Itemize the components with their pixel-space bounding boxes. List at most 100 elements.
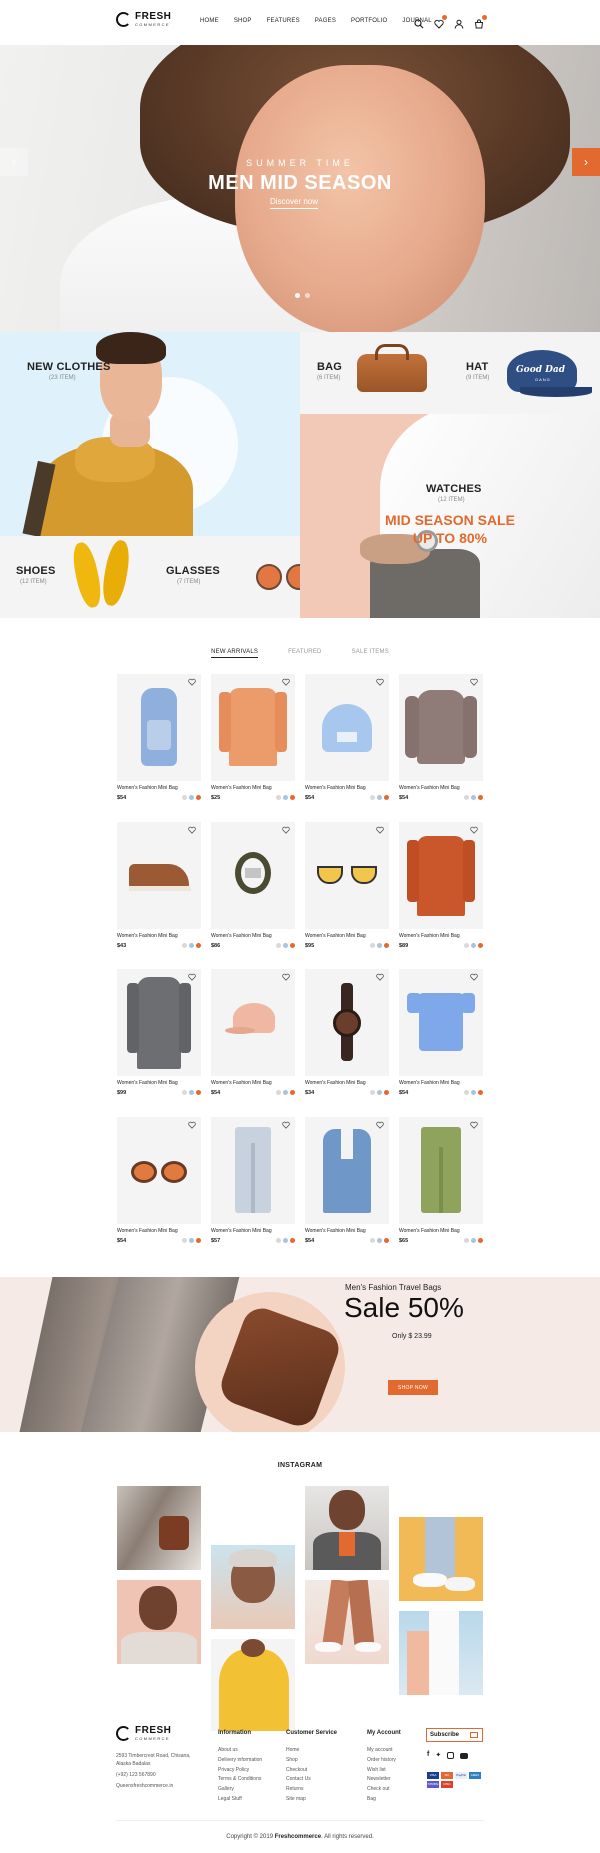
product-card[interactable]: Women's Fashion Mini Bag $43: [117, 822, 201, 950]
product-card[interactable]: Women's Fashion Mini Bag $54: [117, 674, 201, 802]
logo[interactable]: FRESH COMMERCE: [116, 12, 171, 27]
product-card[interactable]: Women's Fashion Mini Bag $99: [117, 969, 201, 1097]
product-card[interactable]: Women's Fashion Mini Bag $57: [211, 1117, 295, 1245]
color-swatch[interactable]: [189, 1238, 194, 1243]
product-card[interactable]: Women's Fashion Mini Bag $54: [399, 969, 483, 1097]
color-swatch[interactable]: [189, 1090, 194, 1095]
color-swatch[interactable]: [276, 1238, 281, 1243]
product-name[interactable]: Women's Fashion Mini Bag: [211, 1080, 272, 1086]
footer-link[interactable]: Order history: [367, 1755, 396, 1765]
footer-link[interactable]: Privacy Policy: [218, 1765, 249, 1775]
wishlist-heart-icon[interactable]: [470, 1121, 478, 1129]
instagram-photo[interactable]: [211, 1545, 295, 1629]
product-image[interactable]: [211, 1117, 295, 1224]
wishlist-heart-icon[interactable]: [188, 678, 196, 686]
color-swatch[interactable]: [471, 795, 476, 800]
product-name[interactable]: Women's Fashion Mini Bag: [305, 1080, 366, 1086]
tab-sale-items[interactable]: SALE ITEMS: [352, 649, 389, 658]
footer-link[interactable]: Terms & Conditions: [218, 1774, 261, 1784]
product-name[interactable]: Women's Fashion Mini Bag: [399, 933, 460, 939]
color-swatch[interactable]: [478, 1090, 483, 1095]
product-card[interactable]: Women's Fashion Mini Bag $54: [305, 1117, 389, 1245]
color-swatch[interactable]: [377, 943, 382, 948]
nav-home[interactable]: HOME: [200, 18, 219, 24]
footer-link[interactable]: Returns: [286, 1784, 304, 1794]
color-swatch[interactable]: [471, 1090, 476, 1095]
footer-link[interactable]: Delivery information: [218, 1755, 262, 1765]
wishlist-heart-icon[interactable]: [282, 678, 290, 686]
wishlist-heart-icon[interactable]: [376, 826, 384, 834]
color-swatch[interactable]: [377, 795, 382, 800]
hero-dot-1[interactable]: [295, 293, 300, 298]
product-image[interactable]: [399, 1117, 483, 1224]
color-swatch[interactable]: [276, 795, 281, 800]
product-image[interactable]: [211, 969, 295, 1076]
tab-featured[interactable]: FEATURED: [288, 649, 322, 658]
wishlist-heart-icon[interactable]: [376, 973, 384, 981]
color-swatch[interactable]: [384, 943, 389, 948]
product-name[interactable]: Women's Fashion Mini Bag: [211, 785, 272, 791]
user-icon[interactable]: [454, 16, 466, 29]
footer-email[interactable]: Queensfreshcommerce.in: [116, 1781, 173, 1791]
color-swatch[interactable]: [370, 943, 375, 948]
color-swatch[interactable]: [471, 943, 476, 948]
footer-logo[interactable]: FRESH COMMERCE: [116, 1726, 171, 1741]
product-name[interactable]: Women's Fashion Mini Bag: [399, 785, 460, 791]
product-image[interactable]: [305, 822, 389, 929]
product-card[interactable]: Women's Fashion Mini Bag $54: [399, 674, 483, 802]
color-swatch[interactable]: [276, 1090, 281, 1095]
color-swatch[interactable]: [471, 1238, 476, 1243]
heart-icon[interactable]: [434, 15, 447, 29]
instagram-photo[interactable]: [399, 1517, 483, 1601]
instagram-photo[interactable]: [211, 1639, 295, 1731]
wishlist-heart-icon[interactable]: [376, 1121, 384, 1129]
product-card[interactable]: Women's Fashion Mini Bag $54: [305, 674, 389, 802]
product-card[interactable]: Women's Fashion Mini Bag $89: [399, 822, 483, 950]
nav-shop[interactable]: SHOP: [234, 18, 252, 24]
color-swatch[interactable]: [384, 1238, 389, 1243]
color-swatch[interactable]: [370, 1090, 375, 1095]
color-swatch[interactable]: [384, 795, 389, 800]
product-image[interactable]: [305, 1117, 389, 1224]
color-swatch[interactable]: [196, 1090, 201, 1095]
wishlist-heart-icon[interactable]: [376, 678, 384, 686]
footer-link[interactable]: Contact Us: [286, 1774, 311, 1784]
product-name[interactable]: Women's Fashion Mini Bag: [211, 933, 272, 939]
footer-link[interactable]: Check out: [367, 1784, 390, 1794]
product-name[interactable]: Women's Fashion Mini Bag: [305, 785, 366, 791]
color-swatch[interactable]: [384, 1090, 389, 1095]
color-swatch[interactable]: [283, 1238, 288, 1243]
product-name[interactable]: Women's Fashion Mini Bag: [117, 933, 178, 939]
color-swatch[interactable]: [283, 943, 288, 948]
product-name[interactable]: Women's Fashion Mini Bag: [399, 1228, 460, 1234]
category-shoes[interactable]: SHOES (12 ITEM): [0, 536, 150, 618]
color-swatch[interactable]: [196, 795, 201, 800]
footer-link[interactable]: Bag: [367, 1794, 376, 1804]
product-card[interactable]: Women's Fashion Mini Bag $65: [399, 1117, 483, 1245]
product-card[interactable]: Women's Fashion Mini Bag $86: [211, 822, 295, 950]
product-card[interactable]: Women's Fashion Mini Bag $34: [305, 969, 389, 1097]
shop-now-button[interactable]: SHOP NOW: [388, 1380, 438, 1395]
color-swatch[interactable]: [196, 1238, 201, 1243]
wishlist-heart-icon[interactable]: [188, 1121, 196, 1129]
color-swatch[interactable]: [478, 795, 483, 800]
instagram-photo[interactable]: [117, 1580, 201, 1664]
product-card[interactable]: Women's Fashion Mini Bag $25: [211, 674, 295, 802]
product-name[interactable]: Women's Fashion Mini Bag: [117, 785, 178, 791]
facebook-icon[interactable]: f: [427, 1751, 429, 1759]
cart-icon[interactable]: [474, 15, 487, 29]
wishlist-heart-icon[interactable]: [282, 1121, 290, 1129]
product-image[interactable]: [399, 674, 483, 781]
product-image[interactable]: [211, 674, 295, 781]
color-swatch[interactable]: [464, 943, 469, 948]
color-swatch[interactable]: [196, 943, 201, 948]
color-swatch[interactable]: [283, 795, 288, 800]
color-swatch[interactable]: [370, 1238, 375, 1243]
youtube-icon[interactable]: [460, 1753, 469, 1759]
product-name[interactable]: Women's Fashion Mini Bag: [305, 1228, 366, 1234]
product-card[interactable]: Women's Fashion Mini Bag $54: [211, 969, 295, 1097]
color-swatch[interactable]: [189, 795, 194, 800]
product-image[interactable]: [117, 674, 201, 781]
hero-discover-link[interactable]: Discover now: [270, 197, 319, 209]
hero-dot-2[interactable]: [305, 293, 310, 298]
